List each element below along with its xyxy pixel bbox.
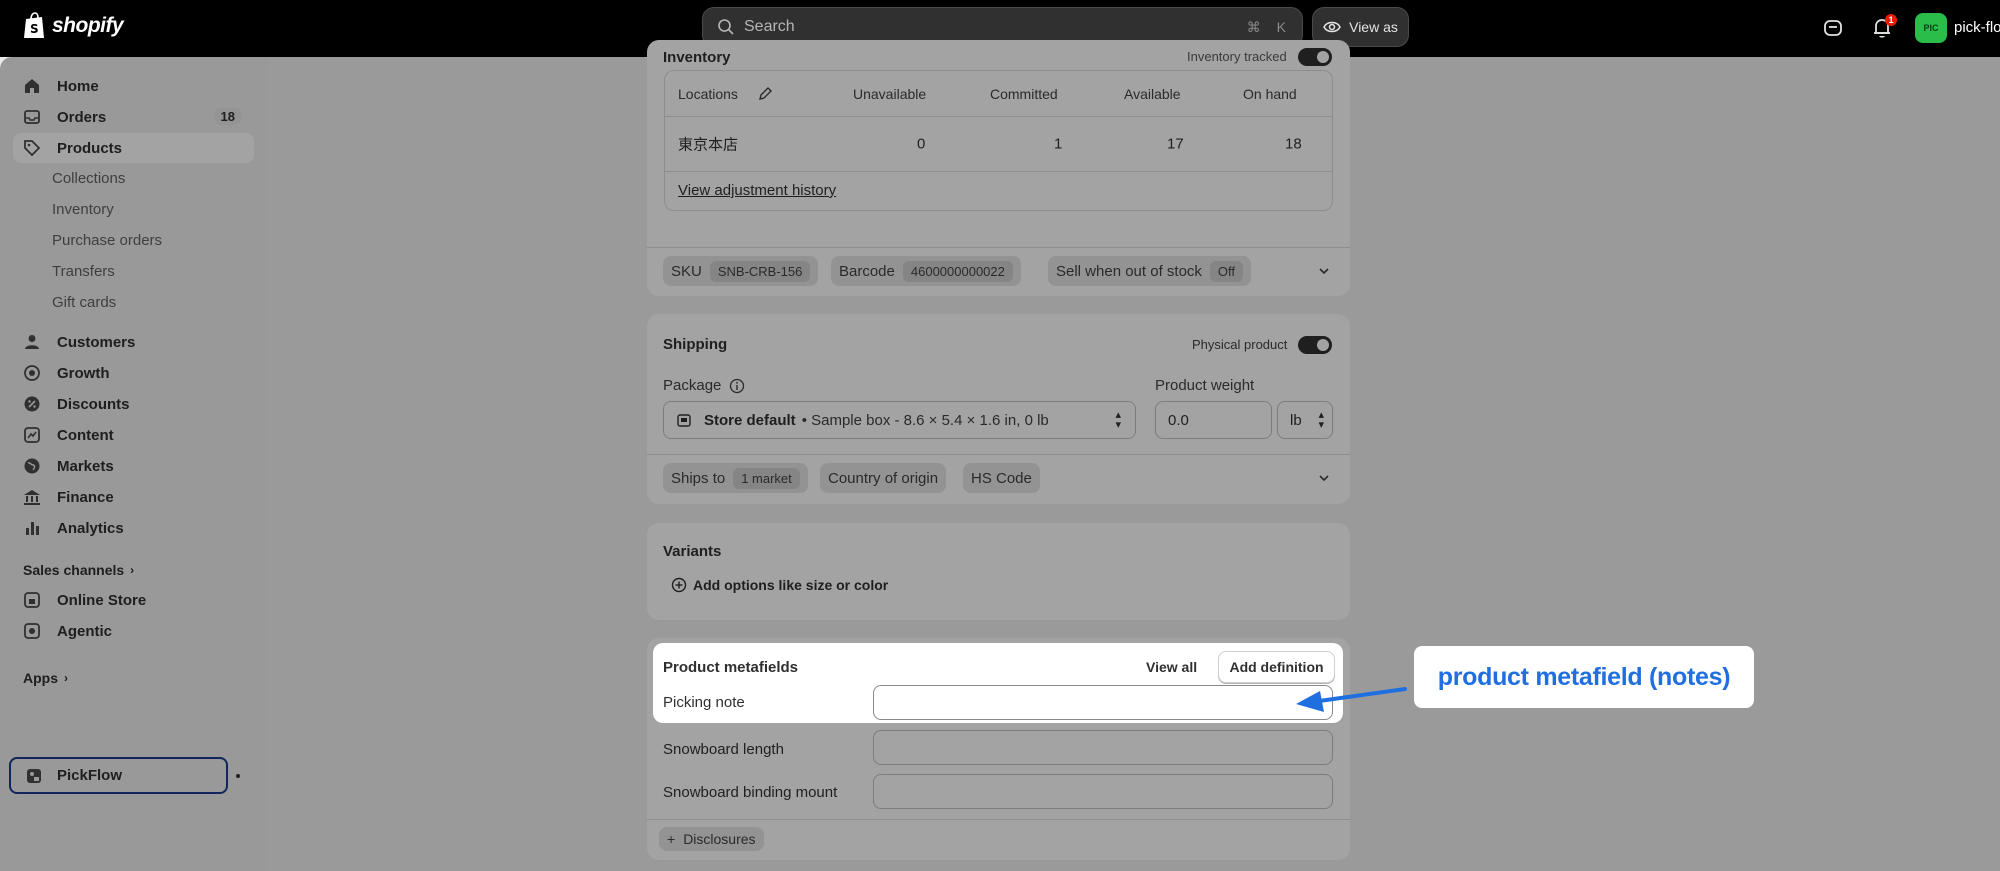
store-icon <box>24 592 40 608</box>
metafields-title: Product metafields <box>663 659 799 676</box>
target-icon <box>24 365 40 381</box>
discount-icon <box>24 396 40 412</box>
sidebar-item-content[interactable]: Content <box>13 420 254 450</box>
barcode-pill[interactable]: Barcode 4600000000022 <box>831 256 1021 286</box>
sidebar-item-agentic[interactable]: Agentic <box>13 616 254 646</box>
sidebar-subitem-transfers[interactable]: Transfers <box>52 263 115 280</box>
sidebar-item-home[interactable]: Home <box>13 71 254 101</box>
sidebar-subitem-gift-cards[interactable]: Gift cards <box>52 294 116 311</box>
sidebar-item-online-store[interactable]: Online Store <box>13 585 254 615</box>
pin-dot <box>236 774 240 778</box>
select-arrows-icon: ▴ ▾ <box>1318 409 1324 431</box>
search-icon <box>718 19 734 35</box>
shipping-title: Shipping <box>663 336 728 353</box>
product-weight-label: Product weight <box>1155 377 1255 394</box>
add-definition-button[interactable]: Add definition <box>1218 651 1335 683</box>
annotation-arrow <box>1296 687 1407 712</box>
shopify-logo[interactable]: S shopify <box>22 12 124 40</box>
ships-to-pill[interactable]: Ships to 1 market <box>663 463 808 493</box>
globe-icon <box>24 458 40 474</box>
add-options-button[interactable]: Add options like size or color <box>671 577 888 593</box>
sidebar-item-analytics[interactable]: Analytics <box>13 513 254 543</box>
app-icon <box>27 768 41 783</box>
sidebar-subitem-collections[interactable]: Collections <box>52 170 125 187</box>
svg-text:S: S <box>30 22 39 36</box>
sidebar-item-growth[interactable]: Growth <box>13 358 254 388</box>
eye-icon <box>1323 21 1341 33</box>
weight-unit-select[interactable]: lb ▴ ▾ <box>1277 401 1333 439</box>
picking-note-input[interactable] <box>873 685 1333 720</box>
metafield-label: Snowboard binding mount <box>663 784 838 801</box>
plus-circle-icon <box>671 577 687 593</box>
table-row: 東京本店 0 1 17 18 <box>665 117 1332 172</box>
hs-code-pill[interactable]: HS Code <box>963 463 1040 493</box>
variants-title: Variants <box>663 543 722 560</box>
sidebar-item-discounts[interactable]: Discounts <box>13 389 254 419</box>
tag-icon <box>24 140 41 157</box>
brand-name: shopify <box>52 14 124 37</box>
bank-icon <box>24 490 40 505</box>
home-icon <box>25 79 39 93</box>
package-icon <box>677 414 691 427</box>
annotation-callout: product metafield (notes) <box>1414 646 1754 708</box>
apps-heading[interactable]: Apps › <box>23 670 68 686</box>
search-placeholder: Search <box>744 18 795 35</box>
package-label: Package <box>663 377 745 394</box>
metafields-highlight: Product metafields View all Add definiti… <box>653 643 1343 723</box>
chevron-down-icon[interactable] <box>1317 471 1331 485</box>
sidekick-icon[interactable] <box>1820 15 1846 41</box>
edit-pencil-icon[interactable] <box>757 86 773 102</box>
person-icon <box>25 335 39 349</box>
sidebar-item-finance[interactable]: Finance <box>13 482 254 512</box>
sidebar: Home Orders 18 Products Collections Inve… <box>0 57 268 871</box>
agentic-icon <box>24 623 40 639</box>
info-icon[interactable] <box>729 378 745 394</box>
inventory-table-header: Locations Unavailable Committed Availabl… <box>665 71 1332 117</box>
search-shortcut: ⌘ K <box>1246 19 1286 35</box>
sidebar-subitem-inventory[interactable]: Inventory <box>52 201 114 218</box>
inventory-title: Inventory <box>663 49 731 66</box>
disclosures-button[interactable]: + Disclosures <box>659 827 764 851</box>
metafield-label: Snowboard length <box>663 741 784 758</box>
sidebar-item-products[interactable]: Products <box>13 133 254 163</box>
variants-card: Variants Add options like size or color <box>647 523 1350 620</box>
adjustment-history-link[interactable]: View adjustment history <box>678 182 836 199</box>
plus-icon: + <box>667 831 676 847</box>
inventory-tracked-toggle[interactable] <box>1298 48 1332 66</box>
weight-input[interactable]: 0.0 <box>1155 401 1272 439</box>
package-select[interactable]: Store default • Sample box - 8.6 × 5.4 ×… <box>663 401 1136 439</box>
sidebar-item-customers[interactable]: Customers <box>13 327 254 357</box>
inbox-icon <box>24 110 40 124</box>
snowboard-binding-mount-input[interactable] <box>873 774 1333 809</box>
inventory-card: Inventory Inventory tracked Locations Un… <box>647 40 1350 296</box>
inventory-tracked-label: Inventory tracked <box>1187 49 1287 64</box>
sidebar-subitem-purchase-orders[interactable]: Purchase orders <box>52 232 162 249</box>
shipping-card: Shipping Physical product Package Store … <box>647 314 1350 504</box>
chevron-right-icon: › <box>64 671 68 685</box>
sidebar-item-pickflow[interactable]: PickFlow <box>9 757 228 794</box>
chevron-down-icon[interactable] <box>1317 264 1331 278</box>
avatar[interactable]: PIC <box>1915 13 1947 43</box>
orders-count-badge: 18 <box>213 108 242 125</box>
inventory-table: Locations Unavailable Committed Availabl… <box>664 70 1333 211</box>
store-name[interactable]: pick-flo <box>1954 19 2000 36</box>
sell-out-of-stock-pill[interactable]: Sell when out of stock Off <box>1048 256 1252 286</box>
sales-channels-heading[interactable]: Sales channels › <box>23 562 134 578</box>
country-of-origin-pill[interactable]: Country of origin <box>820 463 947 493</box>
notification-badge: 1 <box>1885 14 1897 26</box>
snowboard-length-input[interactable] <box>873 730 1333 765</box>
chart-icon <box>26 522 39 535</box>
view-all-button[interactable]: View all <box>1146 659 1197 675</box>
content-icon <box>24 427 40 443</box>
physical-product-label: Physical product <box>1192 337 1288 352</box>
sidebar-item-markets[interactable]: Markets <box>13 451 254 481</box>
select-arrows-icon: ▴ ▾ <box>1115 409 1121 431</box>
picking-note-label: Picking note <box>663 694 745 711</box>
sku-pill[interactable]: SKU SNB-CRB-156 <box>663 256 819 286</box>
physical-product-toggle[interactable] <box>1298 336 1332 354</box>
chevron-right-icon: › <box>130 563 135 577</box>
sidebar-item-orders[interactable]: Orders 18 <box>13 102 254 132</box>
shopify-bag-icon: S <box>24 12 44 38</box>
